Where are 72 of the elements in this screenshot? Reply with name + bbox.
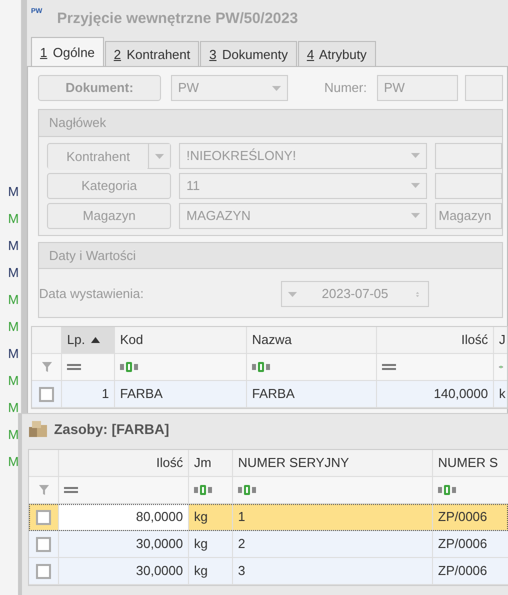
list-item-text: M [7, 291, 20, 309]
table-row[interactable]: 30,0000 kg 3 ZP/0006 [29, 558, 508, 585]
table-cell: 80,0000 [59, 504, 189, 530]
column-header[interactable]: Nazwa [247, 327, 377, 353]
filter-icon [42, 362, 52, 372]
table-cell: 3 [233, 558, 433, 584]
list-item-text: M [7, 399, 20, 417]
column-header[interactable]: J [494, 327, 507, 353]
list-item-text: M [7, 210, 20, 228]
column-header[interactable]: NUMER S [433, 450, 508, 476]
table-cell: ZP/0006 [433, 531, 508, 557]
group-title: Nagłówek [39, 110, 502, 136]
table-cell: kg [189, 504, 233, 530]
column-header[interactable]: Ilość [377, 327, 494, 353]
window-title: Przyjęcie wewnętrzne PW/50/2023 [57, 8, 298, 29]
column-header[interactable]: Jm [189, 450, 233, 476]
text-field[interactable] [434, 142, 502, 168]
list-item-text: M [7, 237, 20, 255]
column-header[interactable]: Kod [115, 327, 247, 353]
list-item-text: M [7, 264, 20, 282]
column-header[interactable]: Ilość [59, 450, 189, 476]
dropdown-caret-icon [155, 154, 164, 159]
equals-icon [64, 487, 78, 493]
table-row[interactable]: 30,0000 kg 2 ZP/0006 [29, 531, 508, 558]
table-cell: FARBA [247, 381, 377, 407]
list-item-text: M [7, 345, 20, 363]
tab[interactable]: 3 Dokumenty [200, 40, 297, 66]
table-row[interactable]: 80,0000 kg 1 ZP/0006 [29, 504, 508, 531]
row-checkbox[interactable] [39, 386, 54, 402]
table-cell: k [494, 381, 507, 407]
filter-icon [38, 485, 48, 495]
number-label: Numer: [324, 79, 367, 98]
list-item-text: M [7, 318, 20, 336]
sort-ascending-icon [91, 337, 100, 343]
dropdown-caret-icon [410, 153, 420, 158]
list-item-text: M [7, 453, 20, 471]
row-checkbox[interactable] [36, 536, 51, 552]
tab[interactable]: 2 Kontrahent [104, 40, 200, 66]
equals-icon [382, 364, 396, 370]
table-cell: FARBA [115, 381, 247, 407]
list-item-text: M [7, 183, 20, 201]
column-header[interactable]: Lp. [62, 327, 115, 353]
equals-icon [67, 364, 81, 370]
column-header[interactable]: NUMER SERYJNY [233, 450, 433, 476]
field-label: Data wystawienia: [39, 285, 145, 304]
table-cell: 1 [233, 504, 433, 530]
table-cell: 1 [62, 381, 115, 407]
table-row[interactable]: 1 FARBA FARBA 140,0000 k [32, 381, 507, 408]
number-field[interactable] [464, 75, 503, 101]
spin-arrows-icon [413, 292, 422, 296]
table-cell: kg [189, 558, 233, 584]
row-checkbox[interactable] [36, 564, 51, 578]
table-cell: ZP/0006 [433, 558, 508, 584]
row-checkbox[interactable] [36, 510, 51, 524]
table-cell: kg [189, 531, 233, 557]
dropdown-caret-icon [410, 213, 420, 218]
window-title: Zasoby: [FARBA] [54, 420, 170, 439]
dropdown-caret-icon [410, 183, 420, 188]
table-cell: 140,0000 [377, 381, 494, 407]
tab[interactable]: 1 Ogólne [31, 36, 104, 66]
table-cell: 30,0000 [59, 531, 189, 557]
dropdown-caret-icon [272, 86, 282, 90]
text-field[interactable] [434, 172, 502, 198]
boxes-icon [28, 420, 48, 438]
dropdown-caret-icon [288, 292, 297, 296]
tab[interactable]: 4 Atrybuty [298, 40, 376, 66]
list-item-text: M [7, 426, 20, 444]
table-cell: 2 [233, 531, 433, 557]
table-cell: ZP/0006 [433, 504, 508, 530]
table-cell: 30,0000 [59, 558, 189, 584]
list-item-text: M [7, 372, 20, 390]
group-title: Daty i Wartości [39, 242, 502, 269]
